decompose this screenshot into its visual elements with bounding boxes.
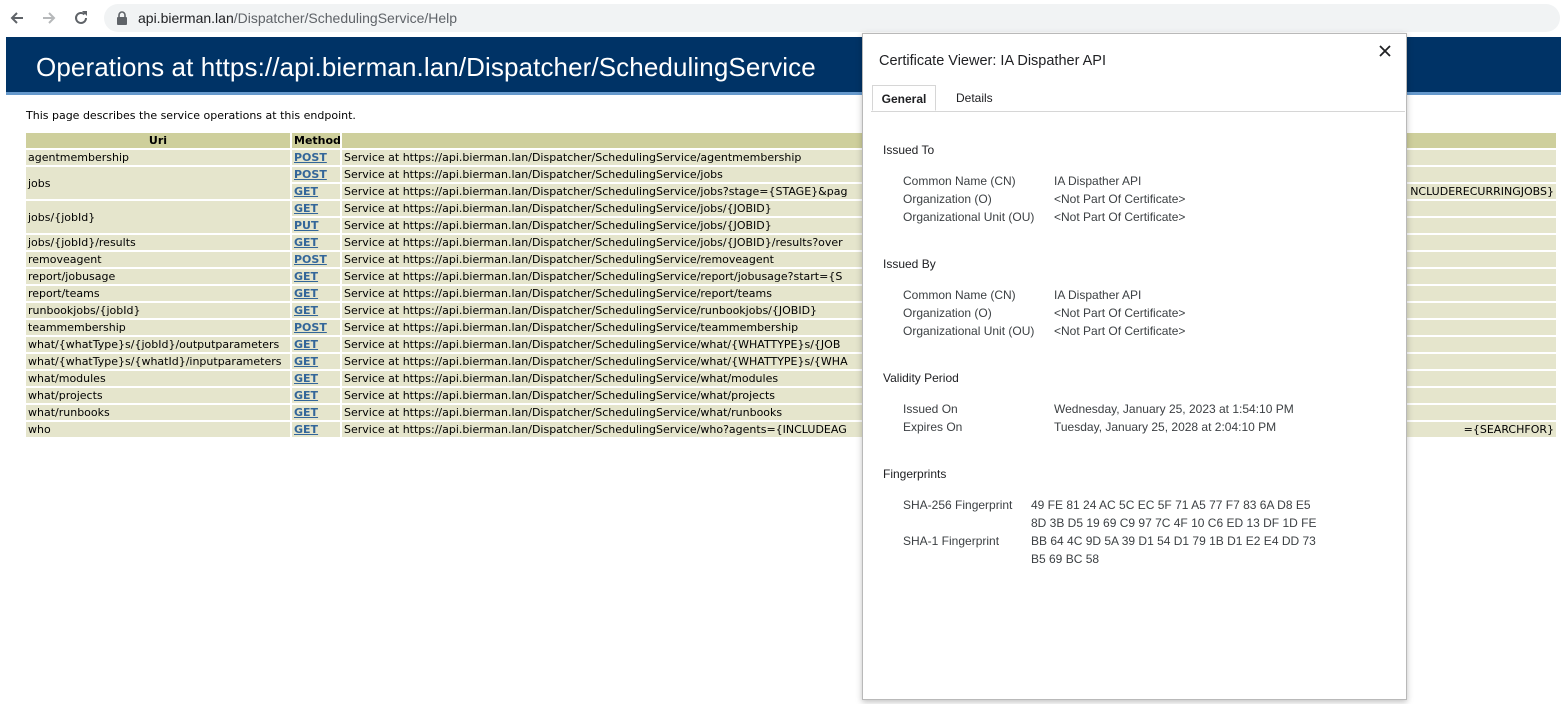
uri-cell: who	[26, 422, 290, 437]
issued-by-ou-label: Organizational Unit (OU)	[903, 324, 1035, 338]
method-link[interactable]: GET	[294, 389, 318, 402]
dialog-title: Certificate Viewer: IA Dispather API	[879, 53, 1107, 69]
method-link[interactable]: PUT	[294, 219, 319, 232]
issued-to-heading: Issued To	[883, 143, 935, 157]
forward-button[interactable]	[39, 8, 59, 28]
browser-toolbar: api.bierman.lan/Dispatcher/SchedulingSer…	[0, 0, 1561, 36]
uri-cell: what/runbooks	[26, 405, 290, 420]
method-link[interactable]: GET	[294, 406, 318, 419]
close-icon	[1379, 45, 1391, 57]
issued-on-value: Wednesday, January 25, 2023 at 1:54:10 P…	[1054, 402, 1294, 416]
page-title: Operations at https://api.bierman.lan/Di…	[36, 52, 816, 82]
uri-cell: jobs/{jobId}/results	[26, 235, 290, 250]
issued-by-cn-value: IA Dispather API	[1054, 288, 1142, 302]
url-path: /Dispatcher/SchedulingService/Help	[233, 10, 458, 26]
validity-heading: Validity Period	[883, 371, 959, 385]
method-link[interactable]: GET	[294, 423, 318, 436]
method-link[interactable]: POST	[294, 168, 327, 181]
close-button[interactable]	[1374, 40, 1396, 62]
back-button[interactable]	[7, 8, 27, 28]
method-link[interactable]: POST	[294, 253, 327, 266]
fingerprints-heading: Fingerprints	[883, 467, 947, 481]
page-intro: This page describes the service operatio…	[26, 109, 356, 122]
uri-cell: runbookjobs/{jobId}	[26, 303, 290, 318]
method-link[interactable]: GET	[294, 304, 318, 317]
address-bar[interactable]: api.bierman.lan/Dispatcher/SchedulingSer…	[104, 4, 1560, 32]
sha256-value-line2: 8D 3B D5 19 69 C9 97 7C 4F 10 C6 ED 13 D…	[1031, 516, 1317, 530]
method-link[interactable]: GET	[294, 270, 318, 283]
issued-to-o-label: Organization (O)	[903, 192, 992, 206]
sha1-label: SHA-1 Fingerprint	[903, 534, 1000, 548]
uri-cell: what/projects	[26, 388, 290, 403]
url-host: api.bierman.lan	[138, 10, 234, 26]
uri-cell: removeagent	[26, 252, 290, 267]
method-link[interactable]: GET	[294, 202, 318, 215]
expires-on-value: Tuesday, January 25, 2028 at 2:04:10 PM	[1054, 420, 1277, 434]
issued-to-cn-label: Common Name (CN)	[903, 174, 1016, 188]
method-link[interactable]: POST	[294, 151, 327, 164]
expires-on-label: Expires On	[903, 420, 963, 434]
column-header-method: Method	[292, 133, 341, 148]
column-header-uri: Uri	[26, 133, 290, 148]
url-text: api.bierman.lan/Dispatcher/SchedulingSer…	[138, 10, 457, 26]
method-link[interactable]: GET	[294, 355, 318, 368]
method-link[interactable]: GET	[294, 185, 318, 198]
uri-cell: what/{whatType}s/{jobId}/outputparameter…	[26, 337, 290, 352]
arrow-right-icon	[43, 12, 56, 24]
method-link[interactable]: GET	[294, 287, 318, 300]
issued-to-cn-value: IA Dispather API	[1054, 174, 1142, 188]
description-tail: ={SEARCHFOR}	[1463, 423, 1554, 436]
issued-by-o-value: <Not Part Of Certificate>	[1054, 306, 1186, 320]
uri-cell: jobs	[26, 167, 290, 199]
sha256-value-line1: 49 FE 81 24 AC 5C EC 5F 71 A5 77 F7 83 6…	[1031, 498, 1311, 512]
certificate-viewer-dialog: Certificate Viewer: IA Dispather API Gen…	[862, 33, 1407, 700]
reload-icon	[75, 11, 87, 24]
issued-to-ou-value: <Not Part Of Certificate>	[1054, 210, 1186, 224]
issued-by-o-label: Organization (O)	[903, 306, 992, 320]
method-link[interactable]: GET	[294, 236, 318, 249]
method-link[interactable]: GET	[294, 372, 318, 385]
uri-cell: what/modules	[26, 371, 290, 386]
sha256-label: SHA-256 Fingerprint	[903, 498, 1013, 512]
uri-cell: jobs/{jobId}	[26, 201, 290, 233]
issued-by-heading: Issued By	[883, 257, 936, 271]
issued-to-ou-label: Organizational Unit (OU)	[903, 210, 1035, 224]
issued-by-cn-label: Common Name (CN)	[903, 288, 1016, 302]
method-link[interactable]: POST	[294, 321, 327, 334]
tab-general[interactable]: General	[872, 85, 936, 111]
reload-button[interactable]	[71, 8, 91, 28]
lock-icon[interactable]	[116, 11, 128, 25]
issued-on-label: Issued On	[903, 402, 958, 416]
sha1-value-line1: BB 64 4C 9D 5A 39 D1 54 D1 79 1B D1 E2 E…	[1031, 534, 1316, 548]
issued-by-ou-value: <Not Part Of Certificate>	[1054, 324, 1186, 338]
uri-cell: what/{whatType}s/{whatId}/inputparameter…	[26, 354, 290, 369]
uri-cell: report/teams	[26, 286, 290, 301]
tab-details[interactable]: Details	[946, 85, 1003, 111]
uri-cell: teammembership	[26, 320, 290, 335]
uri-cell: report/jobusage	[26, 269, 290, 284]
issued-to-o-value: <Not Part Of Certificate>	[1054, 192, 1186, 206]
uri-cell: agentmembership	[26, 150, 290, 165]
method-link[interactable]: GET	[294, 338, 318, 351]
sha1-value-line2: B5 69 BC 58	[1031, 552, 1100, 566]
arrow-left-icon	[10, 12, 23, 24]
dialog-tabs: General Details	[871, 85, 1405, 112]
description-tail: NCLUDERECURRINGJOBS}	[1410, 185, 1554, 198]
